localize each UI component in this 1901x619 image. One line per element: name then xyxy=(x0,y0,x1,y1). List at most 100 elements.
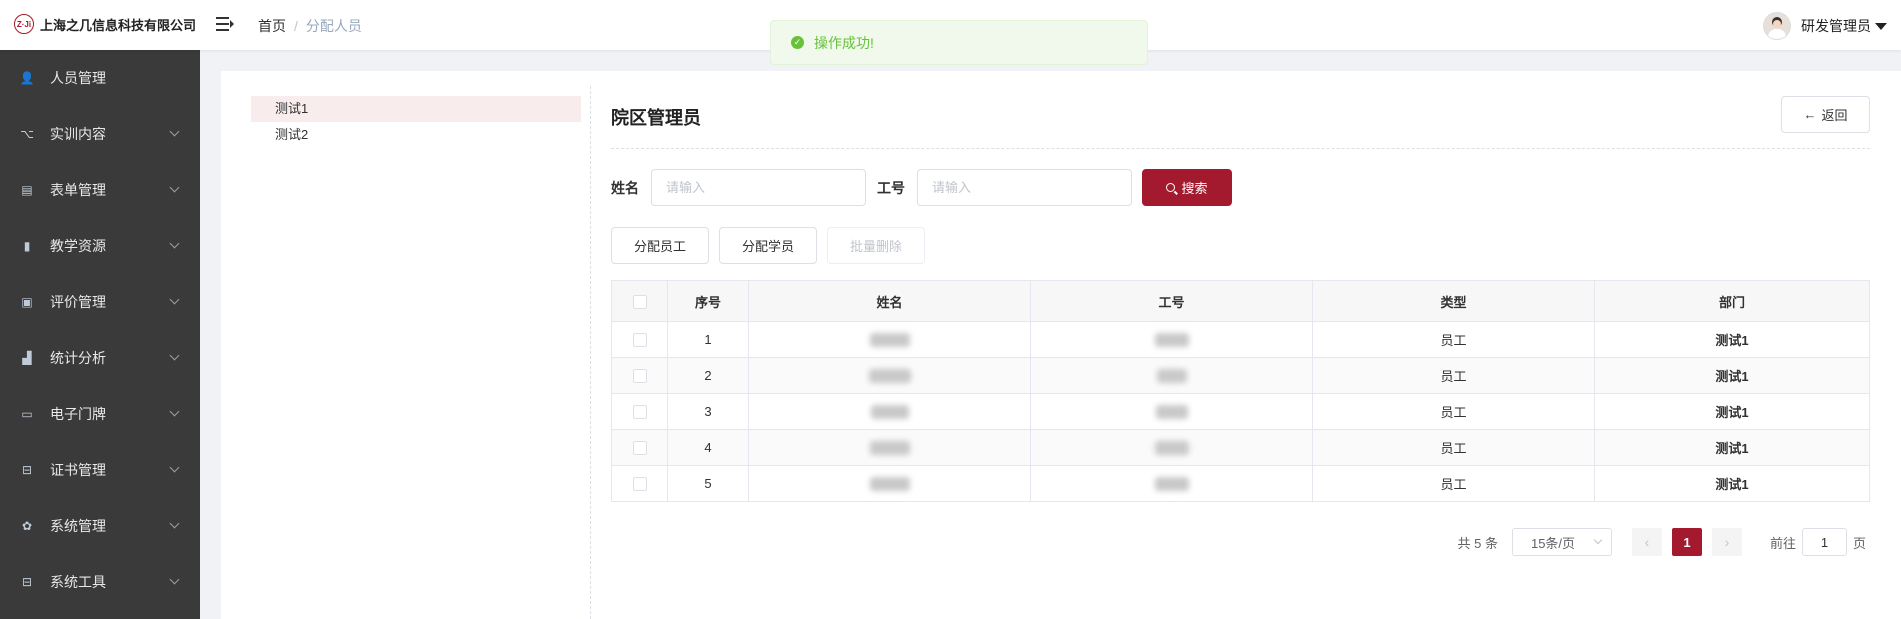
sidebar-item-label: 系统管理 xyxy=(50,518,106,534)
sidebar-item-label: 电子门牌 xyxy=(50,406,106,422)
select-all-checkbox[interactable] xyxy=(632,294,647,309)
logo-mark-icon: Z·Ji xyxy=(14,14,34,34)
header-index: 序号 xyxy=(667,280,749,322)
row-checkbox[interactable] xyxy=(632,477,647,492)
page-size-select[interactable]: 15条/页 xyxy=(1511,528,1612,556)
image-icon: ▣ xyxy=(21,295,33,309)
page-title: 院区管理员 xyxy=(611,108,701,128)
chevron-down-icon xyxy=(169,238,180,249)
monitor-icon: ▭ xyxy=(21,407,33,421)
row-select-cell xyxy=(611,429,668,466)
row-checkbox[interactable] xyxy=(632,369,647,384)
tree-node[interactable]: 测试1 xyxy=(251,96,581,122)
gear-icon: ✿ xyxy=(21,519,33,533)
row-checkbox[interactable] xyxy=(632,405,647,420)
sidebar-item-1[interactable]: 👤 人员管理 xyxy=(0,50,200,106)
sidebar-item-10[interactable]: ⊟ 系统工具 xyxy=(0,554,200,610)
cell-dept: 测试1 xyxy=(1594,465,1870,502)
row-checkbox[interactable] xyxy=(632,333,647,348)
batch-delete-button: 批量删除 xyxy=(827,227,925,264)
chevron-down-icon xyxy=(169,462,180,473)
bar-chart-icon: ▟ xyxy=(22,351,32,365)
table-row[interactable]: 4 员工 测试1 xyxy=(611,429,1870,466)
cell-dept: 测试1 xyxy=(1594,321,1870,358)
id-input[interactable] xyxy=(917,169,1132,206)
cell-index: 5 xyxy=(667,465,749,502)
cell-id-redacted xyxy=(1030,429,1313,466)
header-name: 姓名 xyxy=(748,280,1031,322)
table-row[interactable]: 3 员工 测试1 xyxy=(611,393,1870,430)
page-number-current[interactable]: 1 xyxy=(1671,528,1702,556)
table-row[interactable]: 2 员工 测试1 xyxy=(611,357,1870,394)
sidebar-item-8[interactable]: ⊟ 证书管理 xyxy=(0,442,200,498)
goto-page-input[interactable] xyxy=(1801,528,1847,556)
chevron-down-icon xyxy=(169,350,180,361)
sidebar-item-9[interactable]: ✿ 系统管理 xyxy=(0,498,200,554)
cell-index: 3 xyxy=(667,393,749,430)
cell-id-redacted xyxy=(1030,357,1313,394)
cell-type: 员工 xyxy=(1312,465,1595,502)
cell-name-redacted xyxy=(748,321,1031,358)
vertical-divider xyxy=(590,86,591,619)
row-select-cell xyxy=(611,357,668,394)
name-label: 姓名 xyxy=(611,180,639,196)
sidebar-toggle-icon[interactable] xyxy=(216,16,234,32)
book-icon: ▮ xyxy=(23,239,31,253)
row-select-cell xyxy=(611,393,668,430)
cell-name-redacted xyxy=(748,429,1031,466)
header-type: 类型 xyxy=(1312,280,1595,322)
success-check-icon: ✓ xyxy=(791,36,804,49)
staff-table: 序号 姓名 工号 类型 部门 1 员工 测试1 2 员工 测试1 3 员工 测试1 4 员工 测试1 5… xyxy=(611,280,1870,502)
breadcrumb-separator: / xyxy=(294,18,298,34)
header-dept: 部门 xyxy=(1594,280,1870,322)
select-all-cell xyxy=(611,280,668,322)
chevron-down-icon xyxy=(169,126,180,137)
cell-index: 4 xyxy=(667,429,749,466)
user-menu[interactable]: 研发管理员 xyxy=(1763,12,1887,40)
cell-dept: 测试1 xyxy=(1594,429,1870,466)
cell-index: 1 xyxy=(667,321,749,358)
sidebar-item-7[interactable]: ▭ 电子门牌 xyxy=(0,386,200,442)
cell-name-redacted xyxy=(748,357,1031,394)
page-suffix: 页 xyxy=(1852,535,1866,551)
prev-page-button[interactable]: ‹ xyxy=(1631,528,1662,556)
table-row[interactable]: 1 员工 测试1 xyxy=(611,321,1870,358)
sidebar-item-5[interactable]: ▣ 评价管理 xyxy=(0,274,200,330)
tree-node[interactable]: 测试2 xyxy=(251,122,581,148)
sidebar-item-3[interactable]: ▤ 表单管理 xyxy=(0,162,200,218)
breadcrumb-home[interactable]: 首页 xyxy=(258,18,286,34)
sidebar-item-4[interactable]: ▮ 教学资源 xyxy=(0,218,200,274)
header-id: 工号 xyxy=(1030,280,1313,322)
table-row[interactable]: 5 员工 测试1 xyxy=(611,465,1870,502)
chevron-down-icon xyxy=(169,406,180,417)
chevron-down-icon xyxy=(169,574,180,585)
avatar[interactable] xyxy=(1763,12,1791,40)
breadcrumb: 首页 / 分配人员 xyxy=(258,16,362,36)
table-header-row: 序号 姓名 工号 类型 部门 xyxy=(611,280,1870,322)
cell-name-redacted xyxy=(748,393,1031,430)
sidebar-item-2[interactable]: ⌥ 实训内容 xyxy=(0,106,200,162)
assign-staff-button[interactable]: 分配员工 xyxy=(611,227,709,264)
sidebar-item-label: 实训内容 xyxy=(50,126,106,142)
sidebar-item-6[interactable]: ▟ 统计分析 xyxy=(0,330,200,386)
next-page-button[interactable]: › xyxy=(1711,528,1742,556)
logo: Z·Ji 上海之几信息科技有限公司 xyxy=(14,14,196,34)
content-panel: 院区管理员 ← 返回 姓名 工号 搜索 分配员工 分配学员 批量删除 xyxy=(611,71,1870,619)
page-size-value: 15条/页 xyxy=(1530,535,1576,551)
sidebar-item-label: 人员管理 xyxy=(50,70,106,86)
search-button[interactable]: 搜索 xyxy=(1142,169,1232,206)
assign-student-button[interactable]: 分配学员 xyxy=(719,227,817,264)
sidebar: 👤 人员管理 ⌥ 实训内容 ▤ 表单管理 ▮ 教学资源 ▣ 评价管理 ▟ 统计分析 ▭ 电子门牌 ⊟ 证书管理… xyxy=(0,50,200,619)
company-name: 上海之几信息科技有限公司 xyxy=(40,17,197,33)
cell-type: 员工 xyxy=(1312,321,1595,358)
chevron-down-icon xyxy=(169,518,180,529)
caret-down-icon[interactable] xyxy=(1875,22,1887,30)
user-name[interactable]: 研发管理员 xyxy=(1801,16,1871,36)
tree-icon: ⌥ xyxy=(20,127,34,141)
sidebar-item-label: 表单管理 xyxy=(50,182,106,198)
briefcase-icon: ⊟ xyxy=(21,463,33,477)
row-checkbox[interactable] xyxy=(632,441,647,456)
name-input[interactable] xyxy=(651,169,866,206)
chevron-down-icon xyxy=(169,182,180,193)
back-button[interactable]: ← 返回 xyxy=(1781,96,1870,133)
